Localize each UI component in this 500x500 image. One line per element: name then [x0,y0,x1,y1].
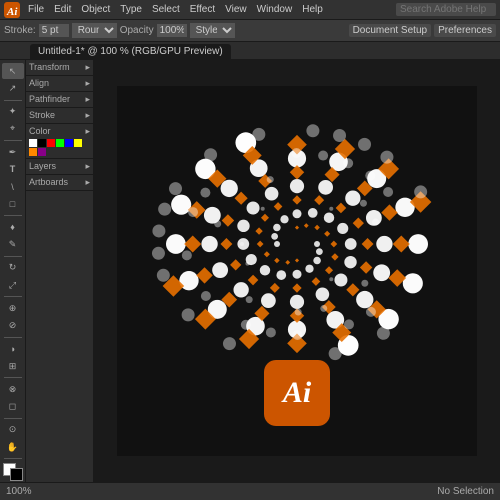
pencil-tool[interactable]: ✎ [2,236,24,252]
menu-object[interactable]: Object [76,4,115,15]
lasso-tool[interactable]: ⌖ [2,121,24,137]
opacity-label: Opacity [120,25,154,36]
panel-align: Align ▸ [26,76,93,92]
mesh-tool[interactable]: ⊞ [2,358,24,374]
swatch-orange[interactable] [29,148,37,156]
control-bar: Stroke: Round Miter Opacity Style Docume… [0,20,500,42]
menu-help[interactable]: Help [297,4,328,15]
tool-divider-5 [4,296,22,297]
search-input[interactable] [396,3,496,16]
fill-stroke-widget[interactable] [2,462,24,482]
tool-divider-3 [4,215,22,216]
menu-view[interactable]: View [220,4,252,15]
tab-bar: Untitled-1* @ 100 % (RGB/GPU Preview) [0,42,500,60]
menu-edit[interactable]: Edit [49,4,76,15]
line-tool[interactable]: \ [2,179,24,195]
panel-stroke-label: Stroke [29,110,55,121]
paintbrush-tool[interactable]: ♦ [2,219,24,235]
swatch-white[interactable] [29,139,37,147]
scale-tool[interactable]: ⤢ [2,277,24,293]
preferences-button[interactable]: Preferences [434,24,496,37]
swatch-black[interactable] [38,139,46,147]
panel-pathfinder: Pathfinder ▸ [26,92,93,108]
panel-align-label: Align [29,78,49,89]
document-setup-button[interactable]: Document Setup [349,24,432,37]
type-tool[interactable]: T [2,161,24,177]
panel-artboards-toggle[interactable]: ▸ [85,177,90,188]
panel-pathfinder-toggle[interactable]: ▸ [85,94,90,105]
panel-pathfinder-label: Pathfinder [29,94,70,105]
tool-divider-4 [4,256,22,257]
tool-divider-1 [4,100,22,101]
direct-selection-tool[interactable]: ↗ [2,80,24,96]
panel-color-label: Color [29,126,51,137]
selection-tool[interactable]: ↖ [2,63,24,79]
stroke-label: Stroke: [4,25,36,36]
blend-tool[interactable]: ⊕ [2,300,24,316]
style-select[interactable]: Style [190,23,235,38]
menu-window[interactable]: Window [252,4,298,15]
ai-logo: Ai [264,360,330,426]
panel-transform-toggle[interactable]: ▸ [85,62,90,73]
menu-select[interactable]: Select [147,4,185,15]
panel-color-toggle[interactable]: ▸ [85,126,90,137]
opacity-input[interactable] [157,24,187,37]
artboard: Ai [117,86,477,456]
left-panels: Transform ▸ Align ▸ Pathfinder ▸ Stroke … [26,60,94,482]
stroke-value-input[interactable] [39,24,69,37]
panel-stroke: Stroke ▸ [26,108,93,124]
swatch-red[interactable] [47,139,55,147]
menu-bar: Ai File Edit Object Type Select Effect V… [0,0,500,20]
tool-divider-6 [4,337,22,338]
tool-divider-8 [4,418,22,419]
hand-tool[interactable]: ✋ [2,439,24,455]
ai-logo-text: Ai [283,376,311,410]
menu-type[interactable]: Type [115,4,147,15]
canvas-area[interactable]: Ai [94,60,500,482]
panel-artboards-label: Artboards [29,177,68,188]
eraser-tool[interactable]: ◻ [2,398,24,414]
panel-align-toggle[interactable]: ▸ [85,78,90,89]
panel-layers-toggle[interactable]: ▸ [85,161,90,172]
rotate-tool[interactable]: ↻ [2,260,24,276]
spiral-artwork [127,96,467,396]
zoom-level: 100% [6,486,32,497]
color-swatches [29,139,90,156]
tool-divider-7 [4,377,22,378]
magic-wand-tool[interactable]: ✦ [2,104,24,120]
slice-tool[interactable]: ⊗ [2,381,24,397]
swatch-yellow[interactable] [74,139,82,147]
swatch-blue[interactable] [65,139,73,147]
panel-transform: Transform ▸ [26,60,93,76]
svg-text:Ai: Ai [6,6,18,18]
pen-tool[interactable]: ✒ [2,144,24,160]
panel-layers: Layers ▸ [26,159,93,175]
app-logo: Ai [4,2,20,18]
panel-transform-label: Transform [29,62,70,73]
panel-artboards: Artboards ▸ [26,175,93,191]
swatch-purple[interactable] [38,148,46,156]
swatch-green[interactable] [56,139,64,147]
tool-divider-2 [4,140,22,141]
panel-layers-label: Layers [29,161,56,172]
selection-status: No Selection [437,486,494,497]
panel-stroke-toggle[interactable]: ▸ [85,110,90,121]
menu-file[interactable]: File [23,4,49,15]
main-area: ↖ ↗ ✦ ⌖ ✒ T \ □ ♦ ✎ ↻ ⤢ ⊕ ⊘ ◑ ⊞ ⊗ ◻ ⊙ ✋ [0,60,500,482]
left-toolbar: ↖ ↗ ✦ ⌖ ✒ T \ □ ♦ ✎ ↻ ⤢ ⊕ ⊘ ◑ ⊞ ⊗ ◻ ⊙ ✋ [0,60,26,482]
tool-divider-9 [4,458,22,459]
rectangle-tool[interactable]: □ [2,196,24,212]
eyedropper-tool[interactable]: ⊘ [2,317,24,333]
document-tab[interactable]: Untitled-1* @ 100 % (RGB/GPU Preview) [30,44,231,59]
status-bar: 100% No Selection [0,482,500,500]
gradient-tool[interactable]: ◑ [2,341,24,357]
zoom-tool[interactable]: ⊙ [2,422,24,438]
panel-color: Color ▸ [26,124,93,159]
menu-effect[interactable]: Effect [185,4,220,15]
stroke-type-select[interactable]: Round Miter [72,23,117,38]
